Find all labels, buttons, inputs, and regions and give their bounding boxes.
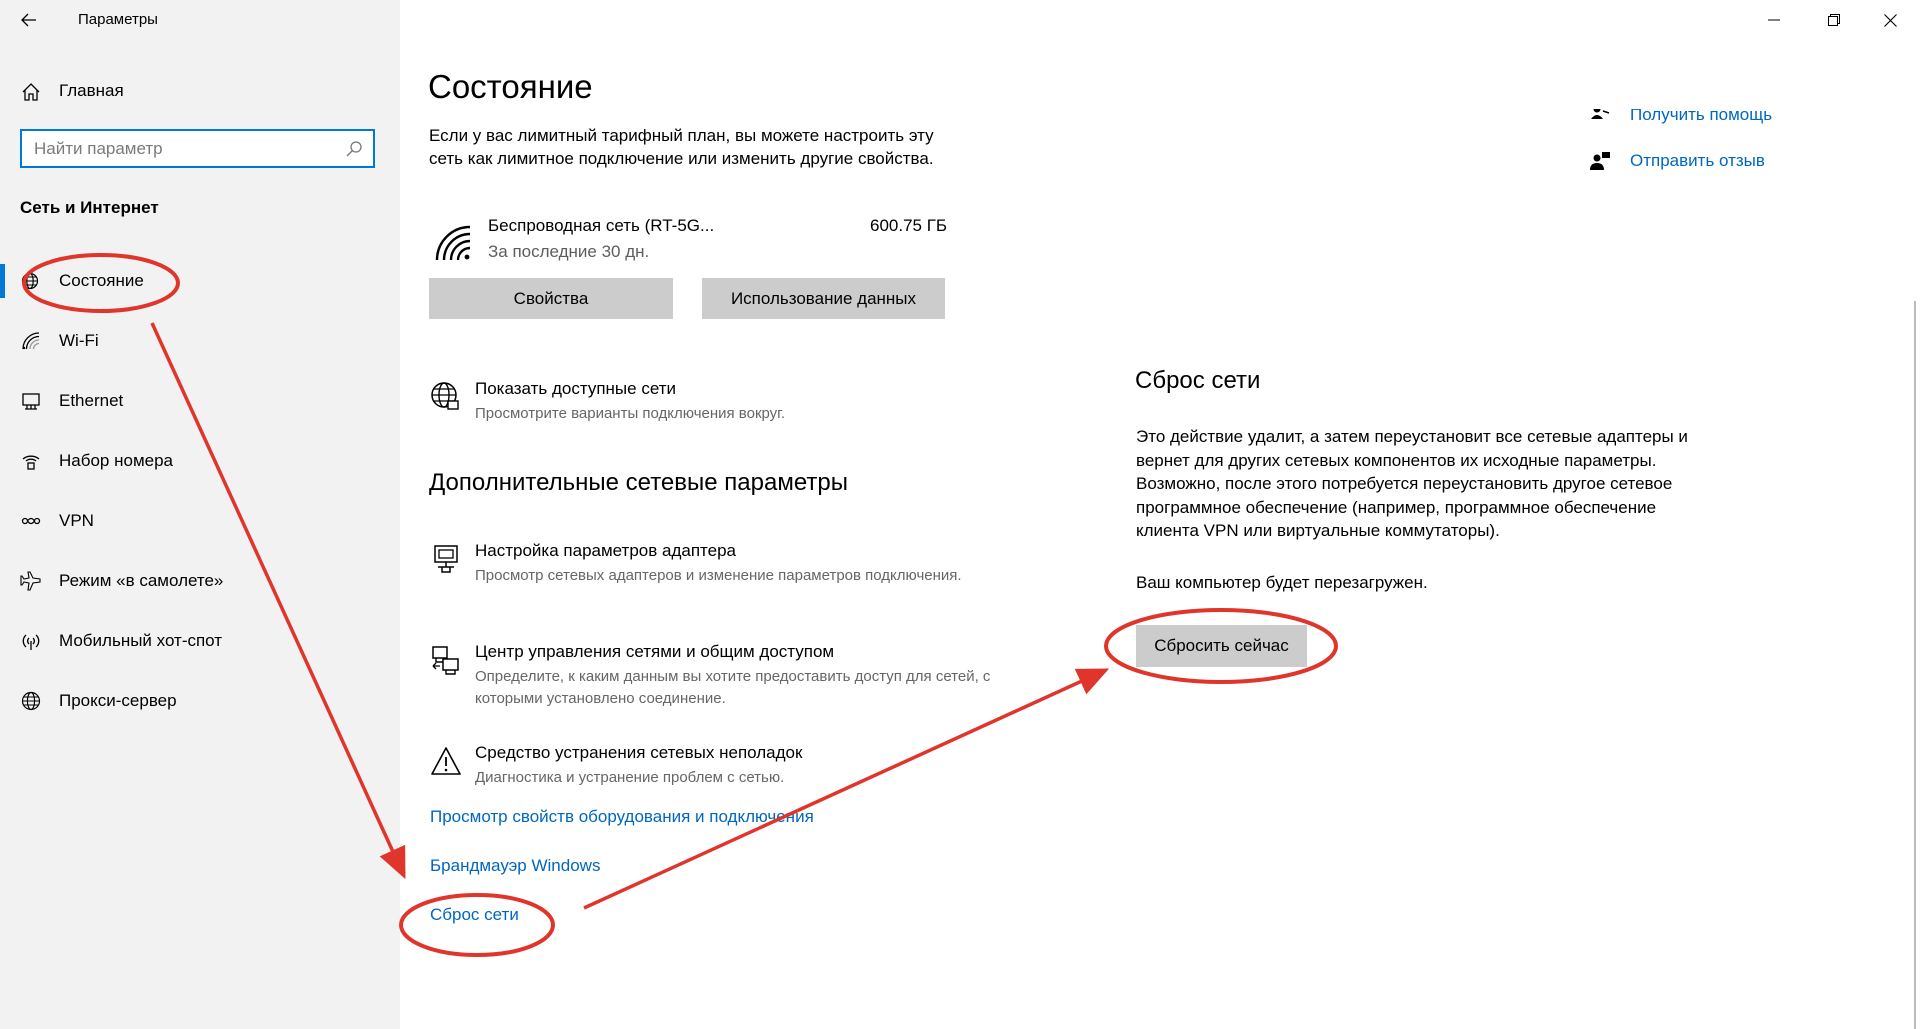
feedback-icon: [1590, 152, 1610, 170]
network-center-option[interactable]: Центр управления сетями и общим доступом…: [430, 642, 990, 708]
sidebar-item-ethernet[interactable]: Ethernet: [0, 378, 400, 424]
sidebar-item-proxy[interactable]: Прокси-сервер: [0, 678, 400, 724]
wifi-icon: [22, 332, 40, 350]
close-button[interactable]: [1862, 0, 1918, 40]
get-help-link[interactable]: Получить помощь: [1630, 109, 1772, 125]
minimize-icon: [1768, 19, 1780, 21]
back-arrow-icon: [21, 13, 36, 27]
hotspot-icon: [22, 634, 40, 650]
sidebar-item-label: VPN: [59, 511, 94, 530]
network-period: За последние 30 дн.: [488, 242, 650, 261]
sidebar-item-dialup[interactable]: Набор номера: [0, 438, 400, 484]
wifi-signal-icon: [435, 225, 471, 261]
sidebar-item-vpn[interactable]: VPN: [0, 498, 400, 544]
help-icon: [1591, 109, 1610, 119]
show-networks-desc: Просмотрите варианты подключения вокруг.: [475, 405, 785, 422]
send-feedback-link[interactable]: Отправить отзыв: [1630, 151, 1765, 171]
adapter-settings-title: Настройка параметров адаптера: [475, 541, 737, 560]
search-box[interactable]: [20, 129, 375, 168]
network-center-title: Центр управления сетями и общим доступом: [475, 642, 835, 661]
back-button[interactable]: [12, 6, 46, 34]
firewall-link[interactable]: Брандмауэр Windows: [430, 856, 600, 876]
annotation-circle-reset-link: [399, 893, 555, 957]
sidebar-item-status[interactable]: Состояние: [0, 258, 400, 304]
network-usage: 600.75 ГБ: [870, 216, 948, 235]
page-title: Состояние: [428, 68, 593, 105]
metered-info-text: Если у вас лимитный тарифный план, вы мо…: [429, 126, 934, 168]
sidebar-item-label: Режим «в самолете»: [59, 571, 224, 590]
sidebar-item-wifi[interactable]: Wi-Fi: [0, 318, 400, 364]
advanced-settings-title: Дополнительные сетевые параметры: [429, 469, 848, 496]
minimize-button[interactable]: [1746, 0, 1802, 40]
send-feedback-row[interactable]: Отправить отзыв: [1589, 149, 1829, 177]
close-icon: [1883, 13, 1897, 27]
troubleshooter-desc: Диагностика и устранение проблем с сетью…: [475, 769, 785, 786]
search-icon: [346, 141, 362, 157]
adapter-settings-desc: Просмотр сетевых адаптеров и изменение п…: [475, 567, 962, 584]
globe-network-icon: [431, 382, 459, 410]
globe-icon: [21, 691, 41, 711]
network-name: Беспроводная сеть (RT-5G...: [488, 216, 715, 235]
airplane-icon: [20, 571, 41, 591]
sidebar-item-label: Wi-Fi: [59, 331, 99, 350]
scrollbar[interactable]: [1914, 301, 1916, 1029]
globe-status-icon: [21, 272, 39, 290]
network-sharing-icon: [432, 646, 459, 675]
home-icon: [22, 83, 40, 101]
sidebar-item-airplane[interactable]: Режим «в самолете»: [0, 558, 400, 604]
data-usage-button[interactable]: Использование данных: [702, 278, 945, 319]
network-center-desc: Определите, к каким данным вы хотите пре…: [475, 668, 991, 707]
monitor-network-icon: [434, 545, 458, 573]
sidebar-item-label: Состояние: [59, 271, 144, 290]
sidebar-home-label: Главная: [59, 81, 124, 100]
sidebar-item-label: Мобильный хот-спот: [59, 631, 223, 650]
dialup-icon: [22, 455, 40, 470]
app-title: Параметры: [78, 11, 158, 28]
vpn-icon: [21, 517, 41, 525]
reboot-note: Ваш компьютер будет перезагружен.: [1136, 573, 1428, 592]
sidebar: Параметры Главная Сеть и Интернет Состоя…: [0, 0, 400, 1029]
show-networks-title: Показать доступные сети: [475, 379, 677, 398]
get-help-row[interactable]: Получить помощь: [1589, 109, 1829, 129]
show-networks-option[interactable]: Показать доступные сети Просмотрите вари…: [430, 379, 950, 429]
active-indicator: [0, 264, 5, 298]
sidebar-item-label: Набор номера: [59, 451, 173, 470]
adapter-settings-option[interactable]: Настройка параметров адаптера Просмотр с…: [430, 541, 962, 607]
section-title: Сеть и Интернет: [20, 198, 159, 217]
hardware-properties-link[interactable]: Просмотр свойств оборудования и подключе…: [430, 807, 814, 827]
network-reset-link[interactable]: Сброс сети: [430, 905, 519, 925]
sidebar-item-label: Ethernet: [59, 391, 124, 410]
sidebar-home[interactable]: Главная: [0, 76, 400, 108]
warning-icon: [431, 747, 461, 775]
sidebar-item-label: Прокси-сервер: [59, 691, 177, 710]
restore-icon: [1828, 14, 1840, 26]
reset-now-button[interactable]: Сбросить сейчас: [1136, 625, 1307, 667]
network-reset-desc: Это действие удалит, а затем переустанов…: [1136, 427, 1688, 540]
properties-button[interactable]: Свойства: [429, 278, 673, 319]
network-reset-title: Сброс сети: [1135, 367, 1261, 394]
ethernet-icon: [22, 393, 40, 410]
maximize-button[interactable]: [1806, 0, 1862, 40]
search-input[interactable]: [34, 137, 334, 161]
troubleshooter-option[interactable]: Средство устранения сетевых неполадок Ди…: [430, 743, 950, 793]
sidebar-item-hotspot[interactable]: Мобильный хот-спот: [0, 618, 400, 664]
troubleshooter-title: Средство устранения сетевых неполадок: [475, 743, 803, 762]
